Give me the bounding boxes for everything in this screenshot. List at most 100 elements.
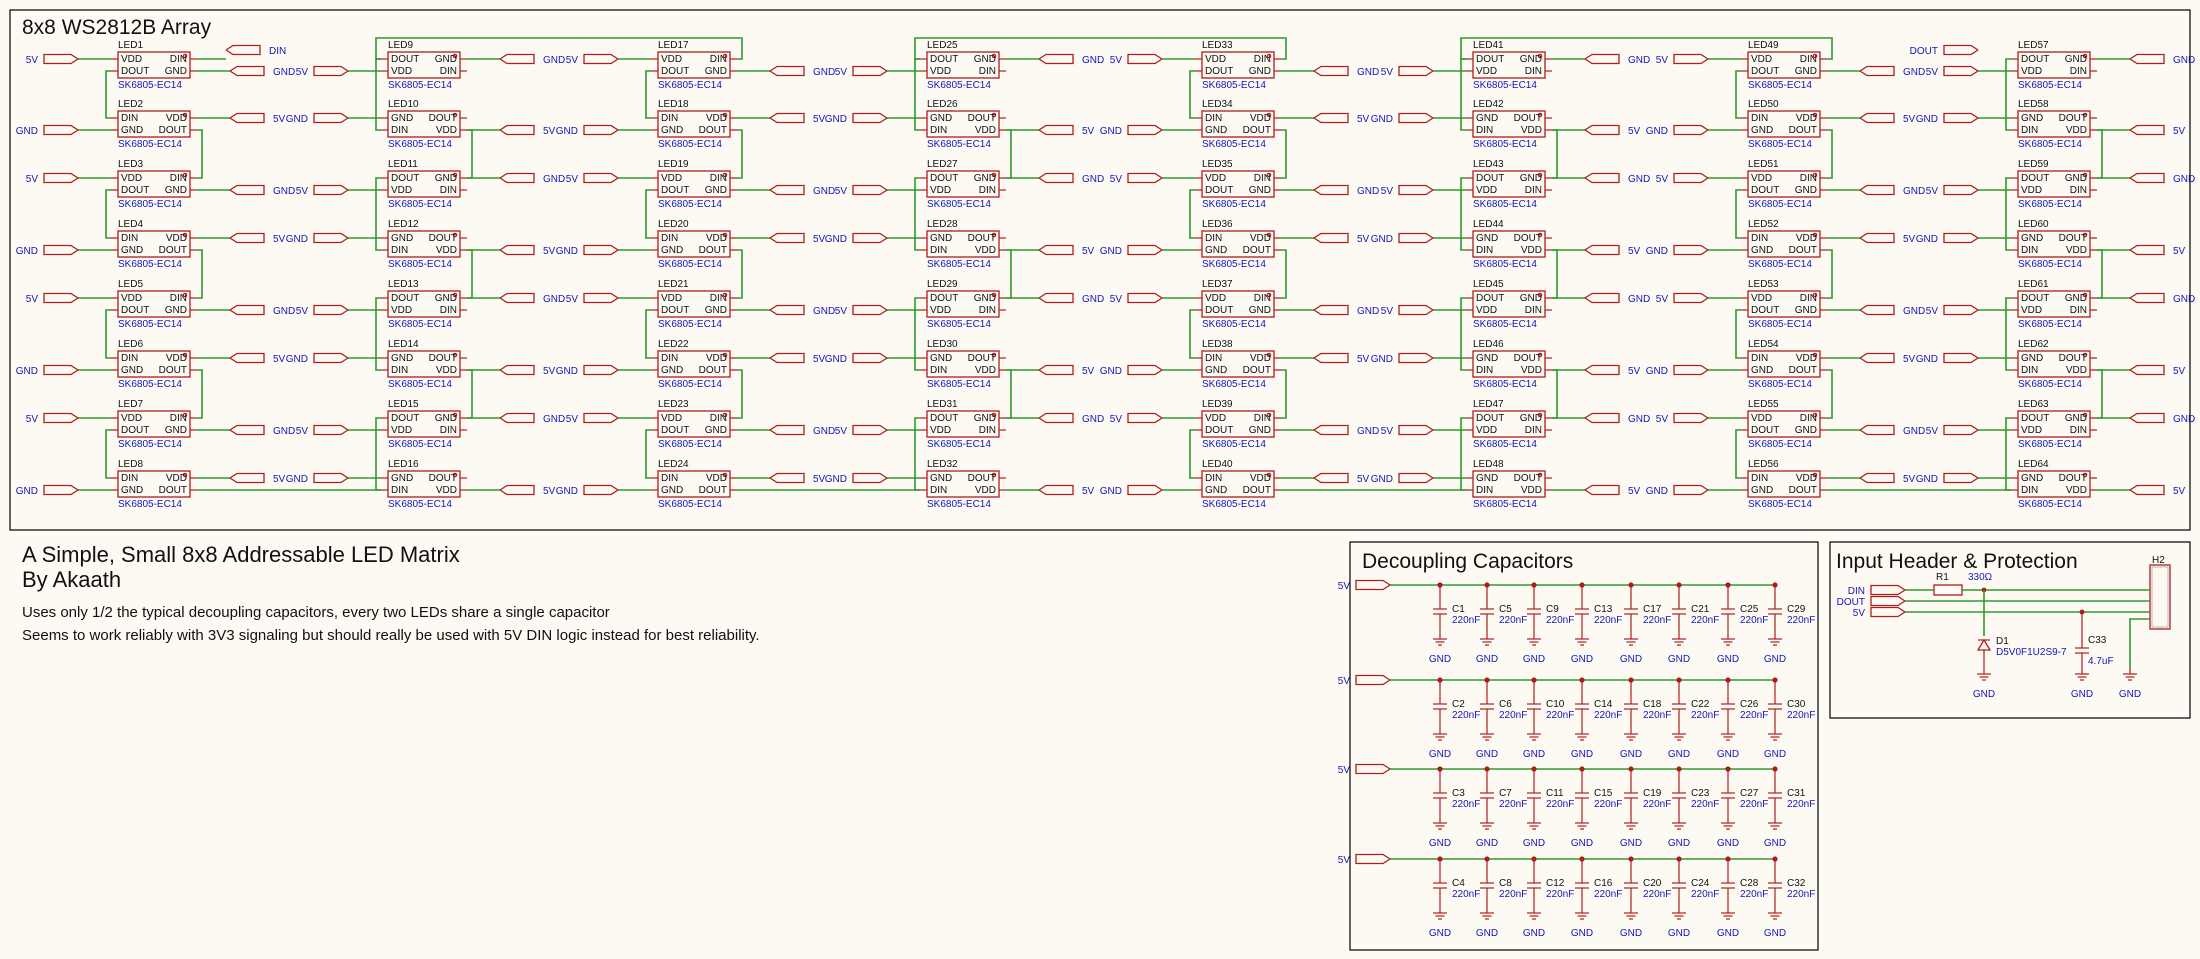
led-left-power-label: 5V (1381, 306, 1394, 317)
led-chain (1460, 297, 1466, 371)
led-left-power-label: GND (1916, 234, 1938, 245)
led-chain (2005, 58, 2011, 131)
led-chain (197, 249, 203, 299)
led-pin-name-tl: DOUT (1476, 413, 1504, 424)
cap-gnd-label: GND (1523, 838, 1545, 849)
led-pin-name-tr: DOUT (429, 473, 457, 484)
led-pin-name-bl: DIN (2021, 245, 2038, 256)
led-pin-name-tl: VDD (661, 173, 682, 184)
led-pin-name-br: DOUT (159, 485, 187, 496)
led-pin-name-tl: DOUT (930, 413, 958, 424)
led-left-power-flag (1673, 412, 1709, 424)
led-left-power-flag (1127, 364, 1163, 376)
led-left-power-label: 5V (1926, 67, 1939, 78)
led-pin-name-bl: GND (1751, 245, 1773, 256)
led-left-power-label: 5V (296, 426, 309, 437)
cap-C26: C26220nF GND (1717, 677, 1768, 760)
led-left-power-label: 5V (566, 294, 579, 305)
led-pin-name-tl: DIN (1751, 113, 1768, 124)
cap-value: 220nF (1546, 889, 1574, 900)
cap-C12: C12220nF GND (1523, 856, 1574, 939)
led-pin-name-tr: DIN (1254, 54, 1271, 65)
led-pin-name-bl: DOUT (1751, 66, 1779, 77)
led-pin-name-tr: DIN (1800, 173, 1817, 184)
led-pin-name-br: VDD (2066, 245, 2087, 256)
led-right-power-flag (1038, 124, 1074, 136)
led-left-power-flag (43, 172, 79, 184)
led-pin-name-bl: DIN (930, 365, 947, 376)
led-pin-name-br: GND (165, 305, 187, 316)
led-pin-name-br: DIN (1525, 66, 1542, 77)
led-pin-name-bl: GND (121, 365, 143, 376)
cap-gnd-symbol (1721, 817, 1735, 830)
led-pin-name-bl: VDD (1476, 66, 1497, 77)
led-right-power-label: 5V (1357, 114, 1370, 125)
led-right-power-flag (1859, 112, 1895, 124)
cap-gnd-symbol (1527, 633, 1541, 646)
led-right-power-flag (769, 472, 805, 484)
led-left-power-label: 5V (566, 414, 579, 425)
cap-C2: C2220nF GND (1429, 677, 1480, 760)
notes-line1: Uses only 1/2 the typical decoupling cap… (22, 604, 610, 621)
led-pin-name-tr: VDD (166, 233, 187, 244)
led-chain (1460, 58, 1466, 131)
led-value: SK6805-EC14 (2018, 259, 2082, 270)
led-left-power-flag (1943, 184, 1979, 196)
led-pin-name-bl: DIN (391, 125, 408, 136)
led-ref: LED6 (118, 339, 143, 350)
led-chain (1460, 417, 1466, 491)
led-right-power-label: 5V (273, 474, 286, 485)
cap-value: 220nF (1499, 799, 1527, 810)
led-right-power-label: GND (1903, 67, 1925, 78)
led-pin-name-tl: VDD (1205, 293, 1226, 304)
led-left-power-flag (583, 484, 619, 496)
led-right-power-flag (1859, 184, 1895, 196)
led-value: SK6805-EC14 (1202, 80, 1266, 91)
led-pin-name-tr: DIN (170, 173, 187, 184)
led-left-power-flag (313, 184, 349, 196)
cap-gnd-label: GND (1668, 838, 1690, 849)
led-ref: LED39 (1202, 399, 1233, 410)
led-left-power-label: GND (1371, 234, 1393, 245)
led-pin-name-tl: GND (930, 353, 952, 364)
led-right-power-label: GND (273, 186, 295, 197)
cap-C9: C9220nF GND (1523, 582, 1574, 665)
led-left-power-label: GND (1100, 126, 1122, 137)
cap-gnd-label: GND (1429, 928, 1451, 939)
led-8: LED8DINGNDVDDDOUTSK6805-EC14GND5V (16, 459, 286, 510)
led-pin-name-bl: VDD (391, 305, 412, 316)
cap-value: 220nF (1787, 615, 1815, 626)
led-pin-name-tr: DOUT (429, 353, 457, 364)
led-pin-name-br: VDD (975, 365, 996, 376)
led-pin-name-tr: VDD (1250, 473, 1271, 484)
led-pin-name-br: DIN (440, 66, 457, 77)
cap-gnd-symbol (1433, 817, 1447, 830)
cap-gnd-label: GND (1523, 749, 1545, 760)
cap-ref: C30 (1787, 699, 1806, 710)
led-pin-name-bl: DOUT (1751, 185, 1779, 196)
led-right-power-label: GND (273, 426, 295, 437)
led-left-power-label: GND (286, 474, 308, 485)
led-chain (1735, 70, 1741, 119)
led-pin-name-bl: DIN (1476, 485, 1493, 496)
cap-value: 220nF (1499, 710, 1527, 721)
cap-value: 220nF (1499, 889, 1527, 900)
bulk-gnd-symbol (2075, 668, 2089, 681)
led-right-power-label: GND (2173, 294, 2195, 305)
cap-gnd-label: GND (1764, 749, 1786, 760)
led-pin-name-tl: VDD (1205, 173, 1226, 184)
led-pin-name-tr: VDD (166, 113, 187, 124)
led-pin-name-bl: VDD (930, 425, 951, 436)
led-right-power-flag (499, 124, 535, 136)
led-chain (1006, 249, 1012, 299)
led-left-power-label: 5V (26, 294, 39, 305)
cap-ref: C25 (1740, 604, 1759, 615)
led-left-power-flag (1398, 184, 1434, 196)
cap-gnd-symbol (1575, 817, 1589, 830)
input-din-flag (1870, 584, 1906, 596)
led-left-power-label: 5V (1656, 174, 1669, 185)
array-frame (9, 9, 2191, 531)
led-pin-name-tr: DOUT (1514, 353, 1542, 364)
led-pin-name-tr: GND (435, 413, 457, 424)
cap-gnd-label: GND (1620, 749, 1642, 760)
